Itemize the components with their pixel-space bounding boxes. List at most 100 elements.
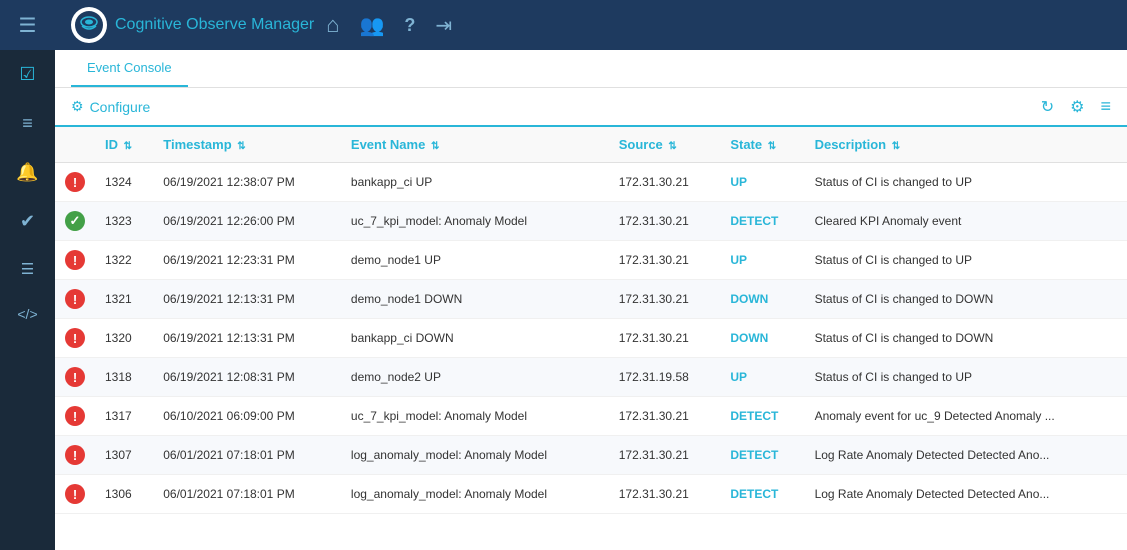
cell-source: 172.31.30.21 xyxy=(609,202,721,241)
cell-source: 172.31.30.21 xyxy=(609,319,721,358)
sidebar-item-notifications[interactable]: 🔔 xyxy=(0,148,55,197)
state-badge: DETECT xyxy=(730,487,778,501)
cell-description: Status of CI is changed to UP xyxy=(805,241,1127,280)
state-badge: UP xyxy=(730,370,747,384)
help-icon[interactable]: ? xyxy=(404,15,415,36)
cell-description: Anomaly event for uc_9 Detected Anomaly … xyxy=(805,397,1127,436)
sidebar-item-list[interactable]: ☰ xyxy=(0,246,55,292)
col-event-name[interactable]: Event Name ⇅ xyxy=(341,127,609,163)
tab-bar: Event Console xyxy=(55,50,1127,88)
cell-timestamp: 06/10/2021 06:09:00 PM xyxy=(153,397,341,436)
sidebar-item-tasks[interactable]: ✔ xyxy=(0,197,55,246)
settings-icon[interactable]: ⚙ xyxy=(1070,97,1084,117)
table-header: ID ⇅ Timestamp ⇅ Event Name ⇅ Source ⇅ S… xyxy=(55,127,1127,163)
configure-icon: ⚙ xyxy=(71,98,84,115)
cell-timestamp: 06/19/2021 12:08:31 PM xyxy=(153,358,341,397)
cell-description: Log Rate Anomaly Detected Detected Ano..… xyxy=(805,436,1127,475)
cell-id: 1321 xyxy=(95,280,153,319)
cell-timestamp: 06/19/2021 12:26:00 PM xyxy=(153,202,341,241)
state-badge: DETECT xyxy=(730,214,778,228)
hamburger-icon[interactable]: ☰ xyxy=(0,0,55,52)
table-body: ! 1324 06/19/2021 12:38:07 PM bankapp_ci… xyxy=(55,163,1127,514)
cell-event-name: uc_7_kpi_model: Anomaly Model xyxy=(341,397,609,436)
table-row[interactable]: ✓ 1323 06/19/2021 12:26:00 PM uc_7_kpi_m… xyxy=(55,202,1127,241)
cell-description: Status of CI is changed to DOWN xyxy=(805,319,1127,358)
cell-indicator: ! xyxy=(55,241,95,280)
cell-event-name: log_anomaly_model: Anomaly Model xyxy=(341,436,609,475)
more-icon[interactable]: ≡ xyxy=(1100,96,1111,117)
col-source[interactable]: Source ⇅ xyxy=(609,127,721,163)
users-icon[interactable]: 👥 xyxy=(360,13,385,38)
cell-indicator: ! xyxy=(55,319,95,358)
configure-button[interactable]: ⚙ Configure xyxy=(71,98,150,115)
cell-description: Status of CI is changed to UP xyxy=(805,358,1127,397)
table-row[interactable]: ! 1318 06/19/2021 12:08:31 PM demo_node2… xyxy=(55,358,1127,397)
cell-state: DETECT xyxy=(720,202,804,241)
table-row[interactable]: ! 1321 06/19/2021 12:13:31 PM demo_node1… xyxy=(55,280,1127,319)
home-icon[interactable]: ⌂ xyxy=(326,12,339,38)
tab-event-console[interactable]: Event Console xyxy=(71,50,188,87)
table-row[interactable]: ! 1320 06/19/2021 12:13:31 PM bankapp_ci… xyxy=(55,319,1127,358)
status-icon: ! xyxy=(65,406,85,426)
cell-id: 1318 xyxy=(95,358,153,397)
cell-source: 172.31.19.58 xyxy=(609,358,721,397)
state-badge: DETECT xyxy=(730,448,778,462)
cell-indicator: ! xyxy=(55,358,95,397)
cell-id: 1317 xyxy=(95,397,153,436)
cell-event-name: bankapp_ci UP xyxy=(341,163,609,202)
sidebar-item-code[interactable]: </> xyxy=(0,292,55,336)
col-id[interactable]: ID ⇅ xyxy=(95,127,153,163)
cell-timestamp: 06/01/2021 07:18:01 PM xyxy=(153,436,341,475)
cell-id: 1306 xyxy=(95,475,153,514)
cell-id: 1307 xyxy=(95,436,153,475)
status-icon: ! xyxy=(65,172,85,192)
sidebar-item-dashboard[interactable]: ☑ xyxy=(0,50,55,99)
event-table-container: ID ⇅ Timestamp ⇅ Event Name ⇅ Source ⇅ S… xyxy=(55,127,1127,550)
cell-id: 1324 xyxy=(95,163,153,202)
cell-indicator: ! xyxy=(55,475,95,514)
status-icon: ! xyxy=(65,484,85,504)
sidebar: ☰ ☑ ≡ 🔔 ✔ ☰ </> xyxy=(0,0,55,550)
toolbar: ⚙ Configure ↻ ⚙ ≡ xyxy=(55,88,1127,127)
cell-indicator: ✓ xyxy=(55,202,95,241)
sidebar-item-menu[interactable]: ≡ xyxy=(0,99,55,148)
cell-source: 172.31.30.21 xyxy=(609,163,721,202)
refresh-icon[interactable]: ↻ xyxy=(1041,97,1054,117)
cell-source: 172.31.30.21 xyxy=(609,475,721,514)
logout-icon[interactable]: ⇥ xyxy=(435,13,452,38)
col-state[interactable]: State ⇅ xyxy=(720,127,804,163)
cell-state: DOWN xyxy=(720,280,804,319)
table-row[interactable]: ! 1317 06/10/2021 06:09:00 PM uc_7_kpi_m… xyxy=(55,397,1127,436)
table-row[interactable]: ! 1322 06/19/2021 12:23:31 PM demo_node1… xyxy=(55,241,1127,280)
main-area: Cognitive Observe Manager ⌂ 👥 ? ⇥ Event … xyxy=(55,0,1127,550)
col-description[interactable]: Description ⇅ xyxy=(805,127,1127,163)
cell-state: UP xyxy=(720,241,804,280)
toolbar-right-actions: ↻ ⚙ ≡ xyxy=(1041,96,1111,117)
cell-description: Cleared KPI Anomaly event xyxy=(805,202,1127,241)
status-icon: ! xyxy=(65,289,85,309)
table-row[interactable]: ! 1306 06/01/2021 07:18:01 PM log_anomal… xyxy=(55,475,1127,514)
cell-description: Status of CI is changed to DOWN xyxy=(805,280,1127,319)
cell-event-name: log_anomaly_model: Anomaly Model xyxy=(341,475,609,514)
cell-source: 172.31.30.21 xyxy=(609,436,721,475)
navbar-actions: ⌂ 👥 ? ⇥ xyxy=(326,12,452,38)
col-indicator xyxy=(55,127,95,163)
state-badge: UP xyxy=(730,175,747,189)
cell-event-name: demo_node2 UP xyxy=(341,358,609,397)
sidebar-top: ☰ xyxy=(0,0,55,50)
logo-container: Cognitive Observe Manager xyxy=(71,7,314,43)
state-badge: DETECT xyxy=(730,409,778,423)
state-badge: DOWN xyxy=(730,292,768,306)
col-timestamp[interactable]: Timestamp ⇅ xyxy=(153,127,341,163)
cell-indicator: ! xyxy=(55,436,95,475)
state-badge: DOWN xyxy=(730,331,768,345)
table-row[interactable]: ! 1324 06/19/2021 12:38:07 PM bankapp_ci… xyxy=(55,163,1127,202)
cell-timestamp: 06/19/2021 12:23:31 PM xyxy=(153,241,341,280)
cell-timestamp: 06/19/2021 12:13:31 PM xyxy=(153,319,341,358)
app-title: Cognitive Observe Manager xyxy=(115,16,314,34)
event-table: ID ⇅ Timestamp ⇅ Event Name ⇅ Source ⇅ S… xyxy=(55,127,1127,514)
table-row[interactable]: ! 1307 06/01/2021 07:18:01 PM log_anomal… xyxy=(55,436,1127,475)
cell-state: DETECT xyxy=(720,436,804,475)
status-icon: ✓ xyxy=(65,211,85,231)
cell-indicator: ! xyxy=(55,397,95,436)
